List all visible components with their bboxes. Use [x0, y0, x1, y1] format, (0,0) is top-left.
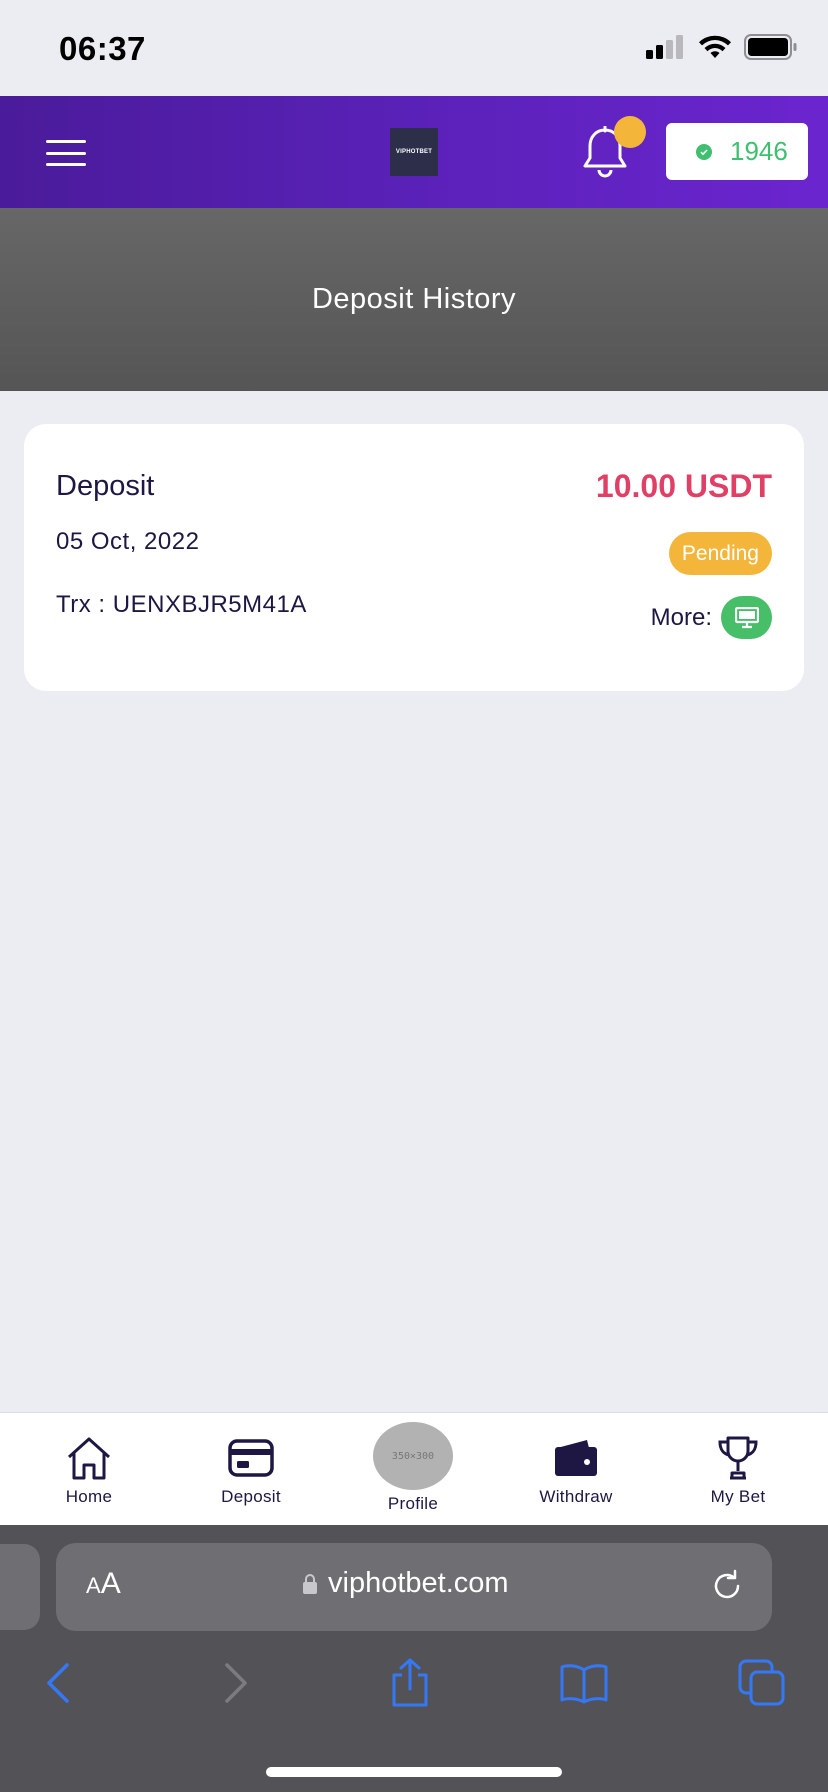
- status-time: 06:37: [59, 30, 146, 67]
- tabs-button[interactable]: [736, 1657, 788, 1709]
- chevron-right-icon: [225, 1663, 247, 1703]
- deposit-label: Deposit: [56, 470, 155, 502]
- nav-home-label: Home: [65, 1487, 113, 1506]
- bottom-nav: Home Deposit 350×300 Profile Withdraw My…: [0, 1412, 828, 1525]
- bookmarks-button[interactable]: [558, 1657, 610, 1709]
- tabs-icon: [738, 1659, 785, 1706]
- wifi-icon: [699, 35, 731, 58]
- battery-icon: [744, 34, 797, 60]
- share-icon: [392, 1658, 428, 1707]
- reload-icon[interactable]: [708, 1567, 746, 1605]
- monitor-icon: [734, 606, 759, 628]
- forward-button[interactable]: [210, 1657, 262, 1709]
- url-text: viphotbet.com: [328, 1567, 509, 1599]
- home-indicator: [266, 1767, 562, 1777]
- aa-big: A: [100, 1567, 121, 1600]
- notification-badge: [614, 116, 646, 148]
- deposit-date: 05 Oct, 2022: [56, 528, 200, 555]
- browser-chrome: AA viphotbet.com: [0, 1525, 828, 1792]
- back-button[interactable]: [32, 1657, 84, 1709]
- profile-avatar: 350×300: [373, 1422, 453, 1490]
- aa-small: A: [86, 1573, 101, 1598]
- nav-withdraw-label: Withdraw: [539, 1487, 613, 1506]
- url-display: viphotbet.com: [302, 1567, 509, 1600]
- deposit-card: Deposit 05 Oct, 2022 Trx : UENXBJR5M41A …: [24, 424, 804, 691]
- nav-profile[interactable]: 350×300 Profile: [353, 1413, 473, 1526]
- cellular-signal-icon: [646, 35, 683, 59]
- nav-home[interactable]: Home: [29, 1413, 149, 1526]
- card-icon: [226, 1435, 276, 1481]
- share-button[interactable]: [384, 1657, 436, 1709]
- reader-settings-button[interactable]: AA: [86, 1567, 121, 1601]
- deposit-amount: 10.00 USDT: [595, 468, 772, 504]
- balance-value: 1946: [730, 136, 788, 166]
- chevron-left-icon: [47, 1663, 69, 1703]
- check-circle-icon: [696, 143, 712, 160]
- status-icons: [646, 34, 798, 60]
- nav-deposit-label: Deposit: [221, 1487, 281, 1506]
- more-label: More:: [650, 604, 712, 631]
- address-bar[interactable]: AA viphotbet.com: [56, 1543, 772, 1631]
- transaction-id: Trx : UENXBJR5M41A: [56, 591, 307, 618]
- page-banner: Deposit History: [0, 208, 828, 391]
- menu-line: [46, 163, 86, 166]
- nav-deposit[interactable]: Deposit: [191, 1413, 311, 1526]
- nav-my-bet[interactable]: My Bet: [678, 1413, 798, 1526]
- menu-line: [46, 140, 86, 143]
- trophy-icon: [713, 1435, 763, 1481]
- status-bar: 06:37: [0, 0, 828, 96]
- nav-profile-label: Profile: [387, 1494, 439, 1513]
- status-badge: Pending: [668, 532, 772, 575]
- balance-button[interactable]: 1946: [666, 123, 808, 180]
- home-icon: [64, 1435, 114, 1481]
- site-logo[interactable]: VIPHOTBET: [390, 128, 438, 176]
- logo-text: VIPHOTBET: [395, 149, 433, 155]
- more-details-button[interactable]: [721, 596, 772, 639]
- app-header: VIPHOTBET 1946: [0, 96, 828, 208]
- book-icon: [560, 1664, 608, 1704]
- nav-my-bet-label: My Bet: [710, 1487, 766, 1506]
- page-title: Deposit History: [311, 283, 517, 315]
- previous-tab[interactable]: [0, 1544, 40, 1630]
- wallet-icon: [551, 1435, 601, 1481]
- lock-icon: [303, 1573, 317, 1594]
- menu-button[interactable]: [46, 140, 86, 166]
- nav-withdraw[interactable]: Withdraw: [516, 1413, 636, 1526]
- menu-line: [46, 151, 86, 155]
